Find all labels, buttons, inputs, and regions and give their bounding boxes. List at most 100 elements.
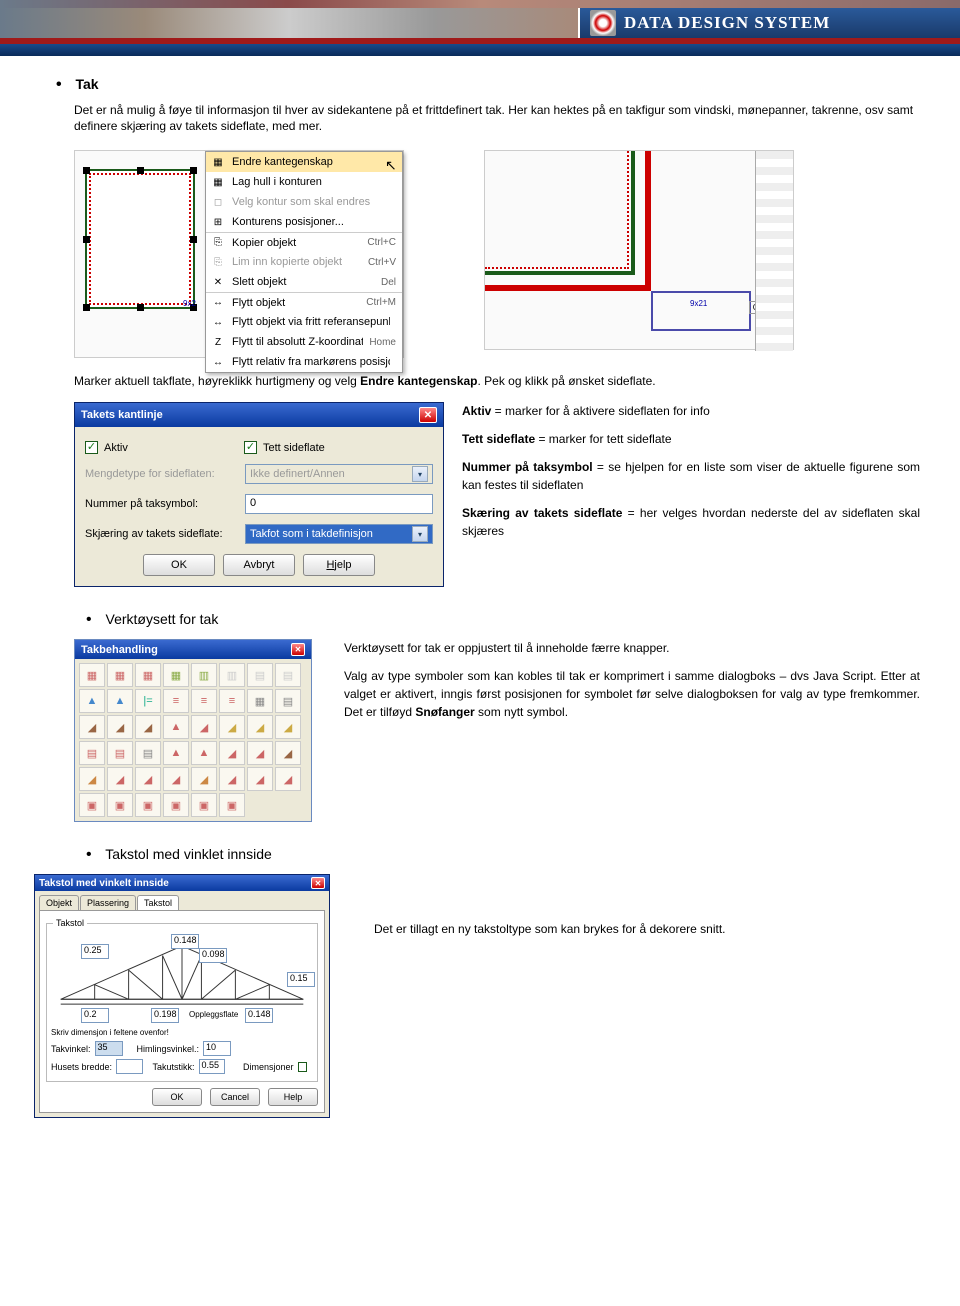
context-menu-item[interactable]: ▦Lag hull i konturen	[206, 172, 402, 192]
toolbar-icon[interactable]: ▲	[163, 741, 189, 765]
toolbar-icon[interactable]: ▣	[163, 793, 189, 817]
tab-objekt[interactable]: Objekt	[39, 895, 79, 910]
toolbar-icon[interactable]: |=	[135, 689, 161, 713]
toolbar-icon[interactable]: ◢	[107, 767, 133, 791]
toolbar-icon[interactable]: ▣	[107, 793, 133, 817]
toolbar-icon[interactable]: ▤	[247, 663, 273, 687]
close-icon[interactable]: ✕	[419, 407, 437, 423]
cad-view-context-menu: 9x2 ▦Endre kantegenskap▦Lag hull i kontu…	[74, 150, 404, 358]
context-menu-item[interactable]: ⊞Konturens posisjoner...	[206, 212, 402, 232]
toolbar-icon[interactable]: ◢	[219, 741, 245, 765]
dialog-takstol: Takstol med vinkelt innside ✕ Objekt Pla…	[34, 874, 330, 1118]
toolbar-icon[interactable]: ◢	[247, 767, 273, 791]
context-menu-item[interactable]: ✕Slett objektDel	[206, 272, 402, 292]
input-takvinkel[interactable]: 35	[95, 1041, 123, 1056]
toolbar-icon[interactable]: ▲	[79, 689, 105, 713]
group-label: Takstol	[53, 918, 87, 928]
input-husets-bredde[interactable]	[116, 1059, 142, 1074]
toolbar-icon[interactable]: ◢	[275, 715, 301, 739]
input-nummer-taksymbol[interactable]: 0	[245, 494, 433, 514]
menu-item-label: Flytt relativ fra markørens posisjon	[232, 356, 390, 368]
toolbar-icon[interactable]: ▦	[79, 663, 105, 687]
ok-button[interactable]: OK	[143, 554, 215, 576]
toolbar-icon[interactable]: ▲	[191, 741, 217, 765]
input-dim-bm[interactable]: 0.198	[151, 1008, 179, 1023]
toolbar-takbehandling: Takbehandling ✕ ▦▦▦▦▥▥▤▤▲▲|=≡≡≡▦▤◢◢◢▲◢◢◢…	[74, 639, 312, 822]
toolbar-icon[interactable]: ◢	[275, 767, 301, 791]
toolbar-icon[interactable]: ◢	[79, 715, 105, 739]
cad-view-roof-edge: 9x21 G	[484, 150, 794, 350]
toolbar-icon[interactable]: ◢	[107, 715, 133, 739]
toolbar-icon[interactable]: ▥	[191, 663, 217, 687]
toolbar-icon[interactable]: ▣	[79, 793, 105, 817]
menu-item-shortcut: Ctrl+C	[367, 237, 396, 248]
select-skjaering[interactable]: Takfot som i takdefinisjon ▾	[245, 524, 433, 544]
tab-plassering[interactable]: Plassering	[80, 895, 136, 910]
toolbar-icon[interactable]: ◢	[247, 741, 273, 765]
ok-button[interactable]: OK	[152, 1088, 202, 1106]
close-icon[interactable]: ✕	[291, 643, 305, 656]
context-menu-item[interactable]: ↔Flytt objektCtrl+M	[206, 292, 402, 312]
toolbar-icon[interactable]: ▤	[107, 741, 133, 765]
toolbar-icon[interactable]: ▦	[247, 689, 273, 713]
toolbar-icon[interactable]: ▣	[135, 793, 161, 817]
context-menu-item[interactable]: ↔Flytt relativ fra markørens posisjon	[206, 352, 402, 372]
dialog-titlebar: Takets kantlinje ✕	[75, 403, 443, 427]
menu-item-label: Lim inn kopierte objekt	[232, 256, 362, 268]
toolbar-icon[interactable]: ▲	[163, 715, 189, 739]
toolbar-icon[interactable]: ◢	[219, 715, 245, 739]
toolbar-icon[interactable]: ▣	[191, 793, 217, 817]
tab-takstol[interactable]: Takstol	[137, 895, 179, 910]
toolbar-icon[interactable]: ▦	[107, 663, 133, 687]
checkbox-tett-sideflate[interactable]: ✓	[244, 441, 257, 454]
input-dim-r[interactable]: 0.15	[287, 972, 315, 987]
toolbar-icon[interactable]: ◢	[135, 715, 161, 739]
input-himling[interactable]: 10	[203, 1041, 231, 1056]
context-menu-item[interactable]: ⎘Kopier objektCtrl+C	[206, 232, 402, 252]
toolbar-icon[interactable]: ◢	[219, 767, 245, 791]
help-button[interactable]: Help	[268, 1088, 318, 1106]
toolbar-icon[interactable]: ≡	[163, 689, 189, 713]
toolbar-icon[interactable]: ▲	[107, 689, 133, 713]
input-dim-top[interactable]: 0.148	[171, 934, 199, 949]
close-icon[interactable]: ✕	[311, 877, 325, 889]
context-menu-item[interactable]: ZFlytt til absolutt Z-koordinatHome	[206, 332, 402, 352]
label-aktiv: Aktiv	[104, 442, 244, 454]
cancel-button[interactable]: Cancel	[210, 1088, 260, 1106]
toolbar-icon[interactable]: ▤	[275, 689, 301, 713]
toolbar-icon[interactable]: ◢	[163, 767, 189, 791]
toolbar-icon[interactable]: ◢	[275, 741, 301, 765]
checkbox-aktiv[interactable]: ✓	[85, 441, 98, 454]
help-button[interactable]: Hjelp	[303, 554, 375, 576]
context-menu-item[interactable]: ↔Flytt objekt via fritt referansepunkt	[206, 312, 402, 332]
toolbar-icon-grid: ▦▦▦▦▥▥▤▤▲▲|=≡≡≡▦▤◢◢◢▲◢◢◢◢▤▤▤▲▲◢◢◢◢◢◢◢◢◢◢…	[75, 659, 311, 821]
toolbar-icon[interactable]: ▦	[163, 663, 189, 687]
context-menu-item: ⎘Lim inn kopierte objektCtrl+V	[206, 252, 402, 272]
toolbar-icon[interactable]: ≡	[219, 689, 245, 713]
toolbar-icon[interactable]: ◢	[135, 767, 161, 791]
toolbar-icon[interactable]: ▤	[79, 741, 105, 765]
toolbar-icon[interactable]: ◢	[191, 715, 217, 739]
menu-item-label: Flytt objekt	[232, 297, 360, 309]
section-tak-para: Det er nå mulig å føye til informasjon t…	[74, 102, 920, 134]
toolbar-icon[interactable]: ◢	[247, 715, 273, 739]
checkbox-dimensjoner[interactable]	[298, 1062, 307, 1072]
input-dim-tl[interactable]: 0.25	[81, 944, 109, 959]
toolbar-icon[interactable]: ▣	[219, 793, 245, 817]
toolbar-icon[interactable]: ▤	[135, 741, 161, 765]
toolbar-icon[interactable]: ▦	[135, 663, 161, 687]
page-header: DATA DESIGN SYSTEM	[0, 0, 960, 56]
chevron-down-icon[interactable]: ▾	[412, 526, 428, 542]
toolbar-icon[interactable]: ≡	[191, 689, 217, 713]
toolbar-icon[interactable]: ▤	[275, 663, 301, 687]
toolbar-icon[interactable]: ▥	[219, 663, 245, 687]
input-dim-br[interactable]: 0.148	[245, 1008, 273, 1023]
context-menu-item[interactable]: ▦Endre kantegenskap	[206, 152, 402, 172]
cancel-button[interactable]: Avbryt	[223, 554, 295, 576]
toolbar-icon[interactable]: ◢	[79, 767, 105, 791]
input-dim-tr1[interactable]: 0.098	[199, 948, 227, 963]
input-takutstikk[interactable]: 0.55	[199, 1059, 225, 1074]
toolbar-icon[interactable]: ◢	[191, 767, 217, 791]
label-opplegg: Oppleggsflate	[189, 1010, 238, 1019]
input-dim-bl[interactable]: 0.2	[81, 1008, 109, 1023]
